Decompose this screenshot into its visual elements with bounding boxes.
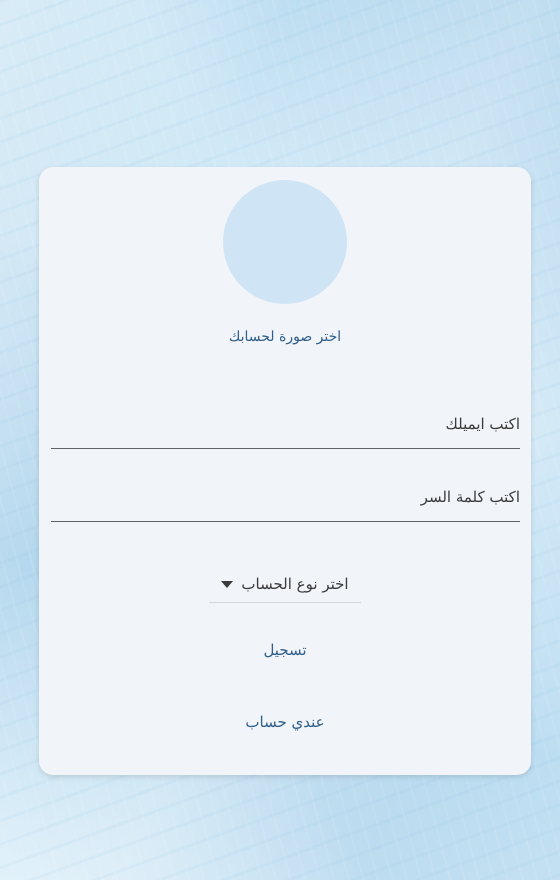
register-button[interactable]: تسجيل <box>39 641 531 659</box>
caret-down-icon <box>221 581 234 588</box>
avatar-placeholder[interactable] <box>223 180 347 304</box>
email-field[interactable] <box>51 399 520 449</box>
email-input[interactable] <box>51 399 520 448</box>
password-field[interactable] <box>51 472 520 522</box>
have-account-button[interactable]: عندي حساب <box>39 713 531 731</box>
account-type-label: اختر نوع الحساب <box>241 574 349 593</box>
signup-card: اختر صورة لحسابك اختر نوع الحساب تسجيل ع… <box>39 167 531 775</box>
password-input[interactable] <box>51 472 520 521</box>
choose-photo-link[interactable]: اختر صورة لحسابك <box>39 329 531 345</box>
account-type-dropdown[interactable]: اختر نوع الحساب <box>209 565 361 603</box>
